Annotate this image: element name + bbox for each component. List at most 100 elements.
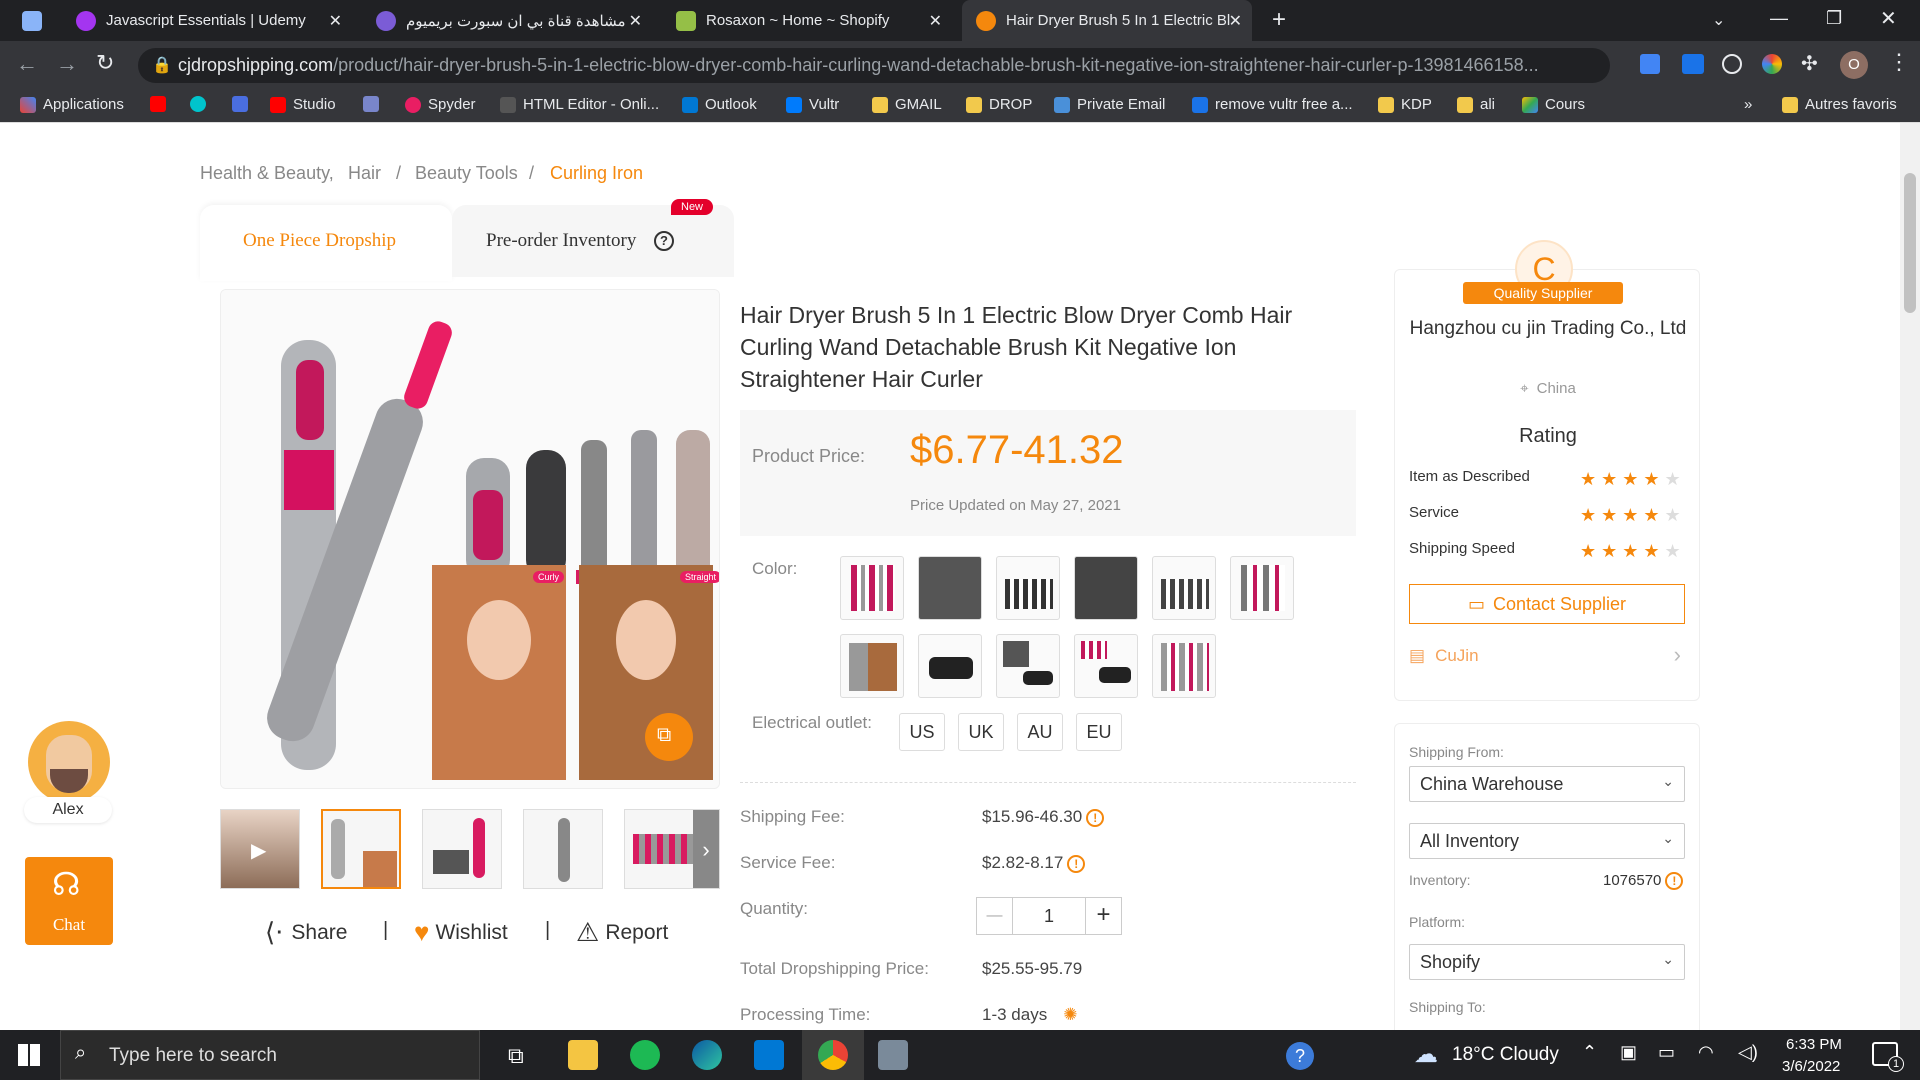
clock-date[interactable]: 3/6/2022 — [1782, 1058, 1840, 1075]
share-button[interactable]: ⟨⋅ Share — [265, 917, 347, 948]
outlet-option-uk[interactable]: UK — [958, 713, 1004, 751]
outlet-option-us[interactable]: US — [899, 713, 945, 751]
tray-icon[interactable]: ▣ — [1620, 1042, 1637, 1063]
breadcrumb-current[interactable]: Curling Iron — [550, 163, 643, 184]
bookmark-canva[interactable] — [190, 96, 213, 112]
info-icon[interactable]: ! — [1665, 872, 1684, 891]
close-icon[interactable]: ✕ — [329, 11, 342, 31]
thumbnail-item[interactable] — [523, 809, 603, 889]
window-close-button[interactable]: ✕ — [1880, 6, 1897, 31]
bookmark-outlook[interactable]: Outlook — [682, 96, 757, 113]
bookmark-vultr[interactable]: Vultr — [786, 96, 839, 113]
menu-icon[interactable]: ⋮ — [1888, 49, 1910, 75]
color-swatch[interactable] — [1152, 634, 1216, 698]
tab-pinned[interactable] — [8, 0, 56, 41]
breadcrumb-item[interactable]: Health & Beauty, — [200, 163, 334, 184]
agent-avatar[interactable] — [28, 721, 110, 803]
tab-shopify[interactable]: Rosaxon ~ Home ~ Shopify ✕ — [662, 0, 952, 41]
tab-pre-order-inventory[interactable]: Pre-order Inventory ? — [452, 205, 734, 277]
chevron-down-icon[interactable]: ⌄ — [1712, 10, 1725, 30]
profile-avatar[interactable]: O — [1840, 51, 1868, 79]
extension-icon[interactable] — [1762, 54, 1782, 74]
edge-icon[interactable] — [692, 1040, 722, 1070]
product-main-image[interactable]: Curly Straight ⧉ — [220, 289, 720, 789]
url-input[interactable]: 🔒 cjdropshipping.com/product/hair-dryer-… — [138, 48, 1610, 83]
color-swatch[interactable] — [996, 634, 1060, 698]
color-swatch[interactable] — [1230, 556, 1294, 620]
inventory-filter-select[interactable]: All Inventory ⌄ — [1409, 823, 1685, 859]
file-explorer-icon[interactable] — [568, 1040, 598, 1070]
back-icon[interactable]: ← — [16, 51, 38, 77]
close-icon[interactable]: ✕ — [929, 11, 942, 31]
color-swatch[interactable] — [1074, 634, 1138, 698]
tab-one-piece-dropship[interactable]: One Piece Dropship — [200, 205, 452, 281]
breadcrumb-item[interactable]: Beauty Tools — [415, 163, 518, 184]
scrollbar-thumb[interactable] — [1904, 173, 1916, 313]
wishlist-button[interactable]: ♥ Wishlist — [414, 917, 508, 948]
taskbar-search-input[interactable]: ⌕ Type here to search — [60, 1030, 480, 1080]
puzzle-icon[interactable]: ✣ — [1801, 51, 1818, 76]
bookmark-youtube[interactable] — [150, 96, 173, 112]
color-swatch[interactable] — [1152, 556, 1216, 620]
color-swatch[interactable] — [840, 556, 904, 620]
task-view-icon[interactable]: ⧉ — [508, 1043, 524, 1069]
breadcrumb-item[interactable]: Hair — [348, 163, 381, 184]
color-swatch[interactable] — [1074, 556, 1138, 620]
extension-icon[interactable] — [1722, 54, 1742, 74]
shipping-from-select[interactable]: China Warehouse ⌄ — [1409, 766, 1685, 802]
scrollbar[interactable] — [1900, 123, 1920, 1030]
report-button[interactable]: ⚠ Report — [576, 917, 668, 948]
reload-icon[interactable]: ↻ — [96, 50, 114, 76]
chrome-taskbar-item[interactable] — [802, 1030, 864, 1080]
supplier-store-link[interactable]: ▤ CuJin › — [1409, 642, 1685, 672]
color-swatch[interactable] — [918, 634, 982, 698]
thumbnail-item[interactable]: › — [624, 809, 720, 889]
outlet-option-eu[interactable]: EU — [1076, 713, 1122, 751]
bookmark-spyder[interactable]: Spyder — [405, 96, 476, 113]
bookmark-gmail-alt[interactable] — [363, 96, 386, 112]
help-icon[interactable]: ? — [1286, 1042, 1314, 1070]
bookmark-drop[interactable]: DROP — [966, 96, 1032, 113]
contact-supplier-button[interactable]: ▭ Contact Supplier — [1409, 584, 1685, 624]
quantity-increase-button[interactable]: + — [1085, 898, 1121, 934]
tab-udemy[interactable]: Javascript Essentials | Udemy ✕ — [62, 0, 352, 41]
close-icon[interactable]: ✕ — [1229, 11, 1242, 31]
thumbnail-video[interactable]: ▶ — [220, 809, 300, 889]
platform-select[interactable]: Shopify ⌄ — [1409, 944, 1685, 980]
color-swatch[interactable] — [918, 556, 982, 620]
bookmark-vultr-free[interactable]: remove vultr free a... — [1192, 96, 1353, 113]
bookmark-applications[interactable]: Applications — [20, 96, 124, 113]
quantity-input[interactable]: 1 — [1013, 898, 1085, 934]
new-tab-button[interactable]: + — [1272, 6, 1286, 34]
translate-icon[interactable] — [1640, 54, 1660, 74]
info-icon[interactable]: ! — [1086, 808, 1105, 827]
weather-text[interactable]: 18°C Cloudy — [1452, 1044, 1559, 1066]
bookmarks-more[interactable]: » — [1744, 96, 1752, 113]
tab-bein[interactable]: مشاهدة قناة بي ان سبورت بريميوم ✕ — [362, 0, 652, 41]
chevron-right-icon[interactable]: › — [693, 810, 719, 888]
volume-icon[interactable]: ◁) — [1738, 1042, 1758, 1063]
spotify-icon[interactable] — [630, 1040, 660, 1070]
bookmark-private-email[interactable]: Private Email — [1054, 96, 1165, 113]
bookmark-html-editor[interactable]: HTML Editor - Onli... — [500, 96, 659, 113]
color-swatch[interactable] — [996, 556, 1060, 620]
tab-product[interactable]: Hair Dryer Brush 5 In 1 Electric Bl ✕ — [962, 0, 1252, 41]
bookmark-cours[interactable]: Cours — [1522, 96, 1585, 113]
outlet-option-au[interactable]: AU — [1017, 713, 1063, 751]
battery-icon[interactable]: ▭ — [1658, 1042, 1675, 1063]
bookmark-studio[interactable]: Studio — [270, 96, 336, 113]
wifi-icon[interactable]: ◠ — [1698, 1042, 1714, 1063]
quantity-decrease-button[interactable]: — — [977, 898, 1013, 934]
vscode-icon[interactable] — [754, 1040, 784, 1070]
bookmark-gmail[interactable]: GMAIL — [872, 96, 942, 113]
bookmark-kdp[interactable]: KDP — [1378, 96, 1432, 113]
bookmark-site[interactable] — [232, 96, 255, 112]
app-icon[interactable] — [878, 1040, 908, 1070]
image-search-icon[interactable]: ⧉ — [657, 724, 671, 747]
info-icon[interactable]: ! — [1067, 854, 1086, 873]
windows-start-icon[interactable] — [18, 1044, 40, 1066]
chat-button[interactable]: ☊ Chat — [25, 857, 113, 945]
restore-button[interactable]: ❐ — [1826, 8, 1842, 29]
close-icon[interactable]: ✕ — [629, 11, 642, 31]
notification-icon[interactable]: 1 — [1872, 1042, 1904, 1072]
